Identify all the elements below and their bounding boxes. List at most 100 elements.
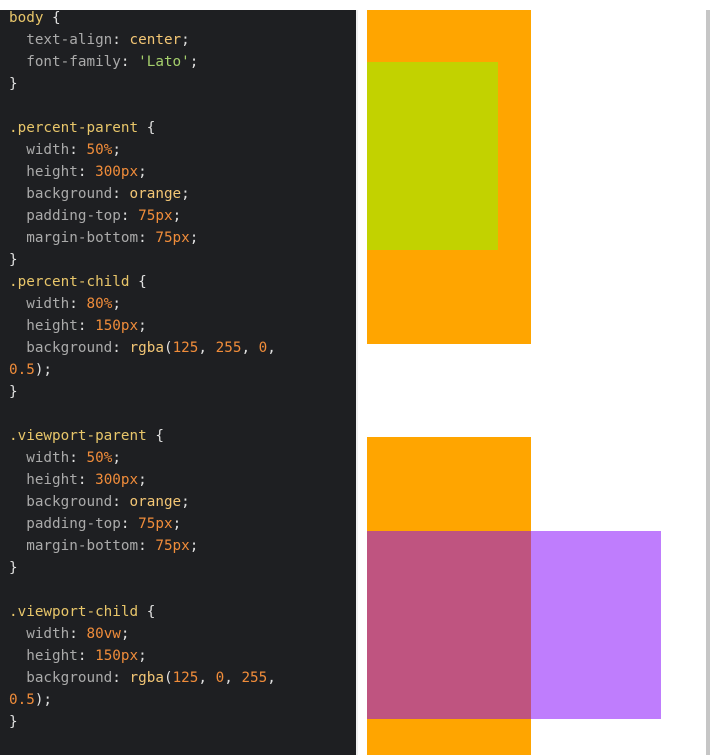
code-token: 75px (155, 538, 190, 554)
code-line[interactable]: body { (9, 10, 61, 29)
viewport-child-box (531, 531, 661, 719)
code-token: ; (120, 626, 130, 642)
code-token: : (120, 516, 139, 532)
code-token: : (138, 538, 156, 554)
code-line[interactable]: margin-bottom: 75px; (9, 227, 198, 249)
code-line[interactable]: height: 300px; (9, 161, 147, 183)
code-token: ; (138, 164, 147, 180)
code-line[interactable]: } (9, 73, 18, 95)
code-line[interactable]: .viewport-parent { (9, 425, 164, 447)
code-token: 300px (95, 472, 139, 488)
code-token: 50% (86, 450, 113, 466)
code-token: : (112, 186, 130, 202)
code-token: 75px (155, 230, 190, 246)
code-token: width (9, 626, 70, 642)
code-token: height (9, 472, 78, 488)
code-token: : (112, 32, 130, 48)
code-token: } (9, 252, 18, 268)
code-token: 50% (86, 142, 113, 158)
code-token: ); (34, 362, 53, 378)
code-token: : (69, 450, 87, 466)
code-line[interactable]: } (9, 557, 18, 579)
code-line[interactable]: height: 150px; (9, 645, 147, 667)
code-token: height (9, 648, 78, 664)
code-token: ; (138, 472, 147, 488)
code-line[interactable]: width: 80vw; (9, 623, 130, 645)
code-token: padding-top (9, 208, 121, 224)
code-token: : (120, 208, 139, 224)
code-token: ; (181, 186, 190, 202)
code-token: height (9, 164, 78, 180)
code-token: background (9, 670, 113, 686)
code-token: margin-bottom (9, 230, 139, 246)
code-line[interactable]: } (9, 249, 18, 271)
code-token: : (69, 142, 87, 158)
code-token: { (146, 428, 164, 444)
code-token: , (267, 670, 276, 686)
code-line[interactable]: background: orange; (9, 491, 190, 513)
code-token: .percent-parent (9, 120, 139, 136)
code-token: , (224, 670, 242, 686)
code-token: ); (34, 692, 53, 708)
code-line[interactable]: height: 150px; (9, 315, 147, 337)
code-token: .percent-child (9, 274, 130, 290)
code-token: 'Lato' (138, 54, 190, 70)
code-token: 125 (172, 340, 199, 356)
code-token: width (9, 296, 70, 312)
code-line[interactable]: padding-top: 75px; (9, 513, 181, 535)
code-token: , (198, 340, 216, 356)
code-line[interactable]: width: 50%; (9, 139, 121, 161)
code-token: rgba (129, 340, 164, 356)
code-token: body (9, 10, 44, 26)
code-token: height (9, 318, 78, 334)
code-token: 80% (86, 296, 113, 312)
code-token: background (9, 494, 113, 510)
code-token: ; (181, 32, 190, 48)
code-token: center (129, 32, 182, 48)
code-token: ; (189, 538, 199, 554)
code-line[interactable]: margin-bottom: 75px; (9, 535, 198, 557)
code-token: : (69, 626, 87, 642)
code-line[interactable]: width: 80%; (9, 293, 121, 315)
code-line[interactable]: 0.5); (9, 359, 52, 381)
code-token: 125 (172, 670, 199, 686)
code-token: 0 (258, 340, 268, 356)
code-token: : (77, 648, 96, 664)
code-token: } (9, 76, 18, 92)
preview-scrollbar-thumb[interactable] (706, 10, 710, 755)
code-token: font-family (9, 54, 121, 70)
code-line[interactable]: 0.5); (9, 689, 52, 711)
code-line[interactable]: .viewport-child { (9, 601, 155, 623)
code-token: , (241, 340, 259, 356)
code-token: 255 (215, 340, 242, 356)
code-line[interactable]: } (9, 711, 18, 733)
css-code-editor[interactable]: body { text-align: center; font-family: … (0, 10, 356, 755)
code-line[interactable]: .percent-child { (9, 271, 147, 293)
code-token: 80vw (86, 626, 121, 642)
code-token: : (77, 318, 96, 334)
code-token: orange (129, 494, 182, 510)
code-token: ; (189, 54, 199, 70)
code-token: } (9, 714, 18, 730)
code-token: : (77, 164, 96, 180)
code-token: orange (129, 186, 182, 202)
code-token: { (43, 10, 61, 26)
code-line[interactable]: padding-top: 75px; (9, 205, 181, 227)
code-line[interactable]: width: 50%; (9, 447, 121, 469)
code-token: : (69, 296, 87, 312)
percent-child-box (367, 62, 498, 250)
code-token: : (112, 340, 130, 356)
code-line[interactable]: background: rgba(125, 255, 0, (9, 337, 276, 359)
code-line[interactable]: background: orange; (9, 183, 190, 205)
code-token: } (9, 384, 18, 400)
code-line[interactable]: background: rgba(125, 0, 255, (9, 667, 276, 689)
code-token: .viewport-child (9, 604, 139, 620)
code-line[interactable]: } (9, 381, 18, 403)
code-token: ( (163, 670, 173, 686)
code-line[interactable]: height: 300px; (9, 469, 147, 491)
code-line[interactable]: font-family: 'Lato'; (9, 51, 198, 73)
code-line[interactable]: text-align: center; (9, 29, 190, 51)
code-line[interactable]: .percent-parent { (9, 117, 155, 139)
code-token: ; (172, 208, 182, 224)
code-token: rgba (129, 670, 164, 686)
